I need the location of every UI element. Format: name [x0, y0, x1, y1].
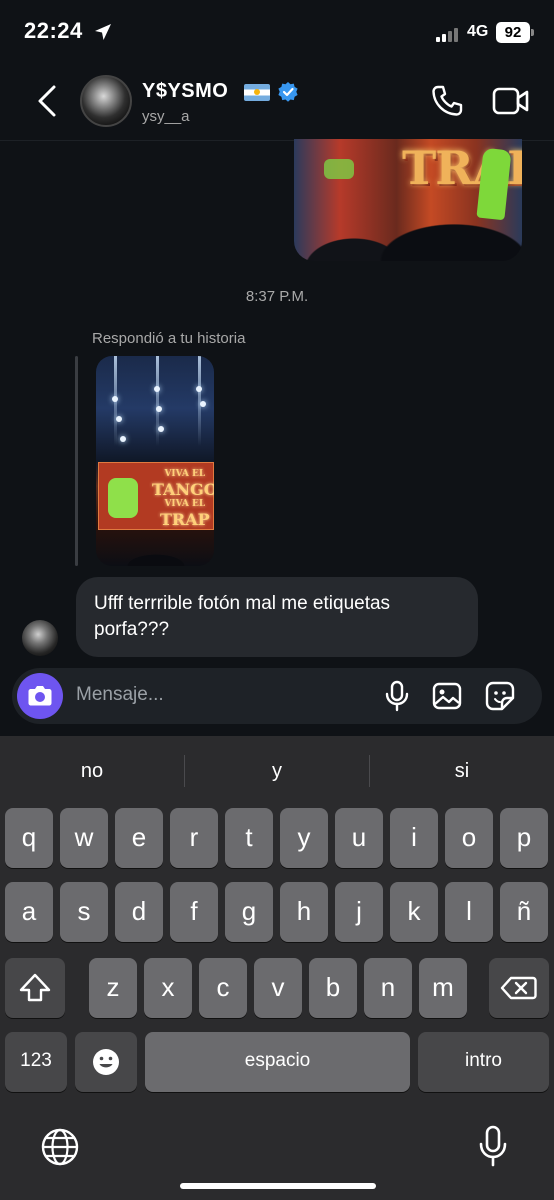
key-b[interactable]: b [309, 958, 357, 1018]
argentina-flag-icon [244, 84, 270, 101]
suggestion-3[interactable]: si [370, 760, 554, 783]
contact-name[interactable]: Y$YSMO [142, 80, 228, 103]
key-a[interactable]: a [5, 882, 53, 942]
key-s[interactable]: s [60, 882, 108, 942]
message-timestamp: 8:37 P.M. [245, 288, 309, 305]
message-input[interactable]: Mensaje... [76, 684, 164, 706]
home-indicator [180, 1183, 376, 1189]
back-chevron-icon[interactable] [34, 84, 64, 118]
location-arrow-icon [95, 24, 111, 40]
gallery-icon[interactable] [432, 682, 462, 710]
return-key[interactable]: intro [418, 1032, 549, 1092]
suggestion-1[interactable]: no [0, 760, 184, 783]
emoji-icon [93, 1049, 119, 1075]
key-z[interactable]: z [89, 958, 137, 1018]
key-h[interactable]: h [280, 882, 328, 942]
reply-quote-bar [75, 356, 78, 566]
key-enye[interactable]: ñ [500, 882, 548, 942]
replied-to-story-label: Respondió a tu historia [92, 330, 246, 347]
numbers-key[interactable]: 123 [5, 1032, 67, 1092]
key-j[interactable]: j [335, 882, 383, 942]
key-t[interactable]: t [225, 808, 273, 868]
key-i[interactable]: i [390, 808, 438, 868]
key-q[interactable]: q [5, 808, 53, 868]
network-type: 4G [467, 23, 489, 40]
key-v[interactable]: v [254, 958, 302, 1018]
image-figure [324, 159, 354, 179]
globe-icon[interactable] [40, 1127, 80, 1167]
story-thumbnail[interactable]: VIVA EL TANGO VIVA EL TRAP [96, 356, 214, 566]
key-d[interactable]: d [115, 882, 163, 942]
microphone-icon[interactable] [384, 680, 410, 712]
key-f[interactable]: f [170, 882, 218, 942]
sticker-icon[interactable] [485, 681, 515, 711]
shift-icon [19, 973, 51, 1002]
suggestion-2[interactable]: y [185, 760, 369, 783]
key-w[interactable]: w [60, 808, 108, 868]
key-y[interactable]: y [280, 808, 328, 868]
key-g[interactable]: g [225, 882, 273, 942]
camera-button[interactable] [17, 673, 63, 719]
key-o[interactable]: o [445, 808, 493, 868]
delete-key[interactable] [489, 958, 549, 1018]
space-key[interactable]: espacio [145, 1032, 410, 1092]
sent-story-image[interactable]: TRAP [294, 139, 522, 261]
key-u[interactable]: u [335, 808, 383, 868]
key-r[interactable]: r [170, 808, 218, 868]
key-c[interactable]: c [199, 958, 247, 1018]
dictation-microphone-icon[interactable] [478, 1125, 508, 1167]
key-m[interactable]: m [419, 958, 467, 1018]
image-performer [476, 147, 512, 221]
profile-avatar[interactable] [80, 75, 132, 127]
key-n[interactable]: n [364, 958, 412, 1018]
sender-avatar[interactable] [22, 620, 58, 656]
backspace-icon [500, 976, 537, 1000]
phone-call-icon[interactable] [430, 84, 464, 118]
key-l[interactable]: l [445, 882, 493, 942]
shift-key[interactable] [5, 958, 65, 1018]
story-performer [108, 478, 138, 518]
emoji-key[interactable] [75, 1032, 137, 1092]
key-e[interactable]: e [115, 808, 163, 868]
camera-icon [28, 686, 52, 706]
signal-icon [436, 26, 462, 42]
battery-indicator: 92 [496, 22, 534, 43]
message-text: Ufff terrrible fotón mal me etiquetas po… [94, 593, 391, 640]
video-call-icon[interactable] [492, 86, 530, 116]
verified-badge-icon [278, 82, 298, 102]
key-x[interactable]: x [144, 958, 192, 1018]
key-k[interactable]: k [390, 882, 438, 942]
status-time: 22:24 [24, 18, 83, 43]
message-bubble[interactable]: Ufff terrrible fotón mal me etiquetas po… [76, 577, 478, 657]
key-p[interactable]: p [500, 808, 548, 868]
contact-username: ysy__a [142, 108, 190, 125]
story-text: VIVA EL TANGO VIVA EL TRAP [152, 469, 214, 529]
